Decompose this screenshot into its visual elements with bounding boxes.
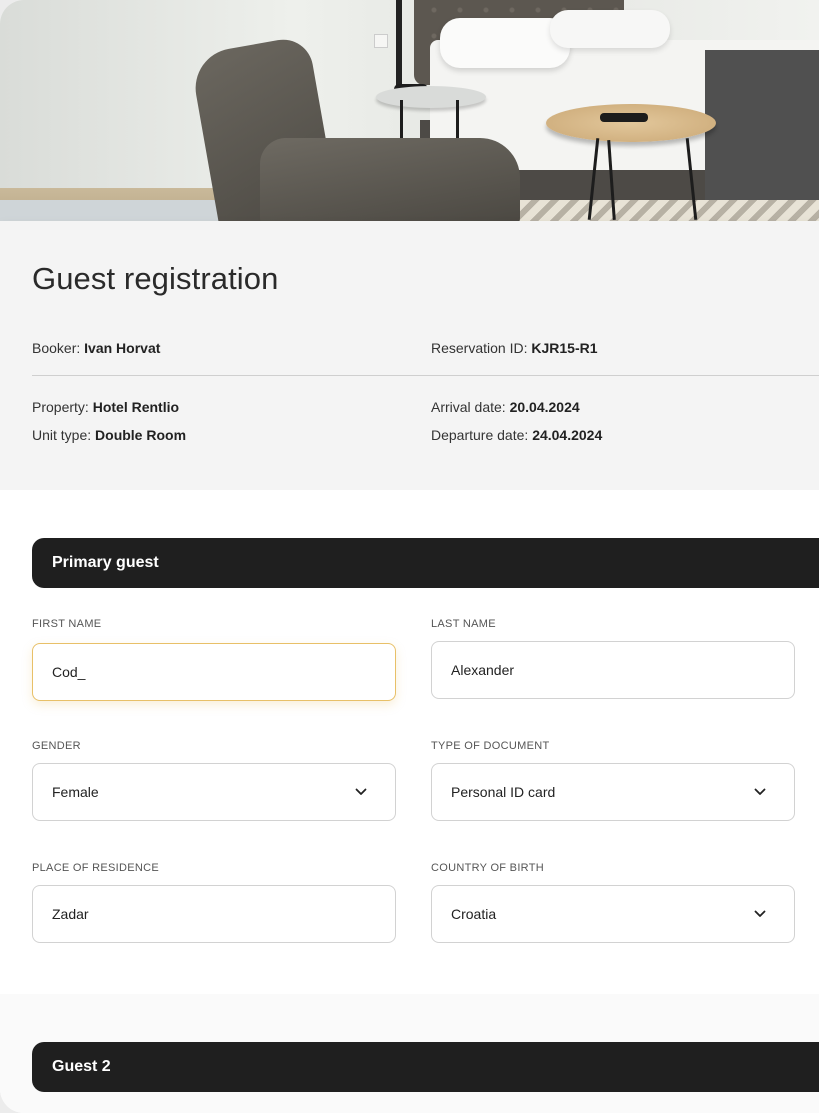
gender-label: GENDER: [32, 740, 81, 752]
gender-value: Female: [52, 784, 99, 800]
reservation-info: Guest registration Booker: Ivan Horvat R…: [0, 221, 819, 490]
guest-2-form: Guest 2: [0, 994, 819, 1113]
page-title: Guest registration: [32, 261, 279, 296]
unit-type-info: Unit type: Double Room: [32, 427, 186, 443]
last-name-field[interactable]: Alexander: [431, 641, 795, 699]
reservation-id-info: Reservation ID: KJR15-R1: [431, 340, 598, 356]
last-name-value: Alexander: [451, 662, 515, 678]
first-name-value: Cod_: [52, 664, 86, 680]
property-label: Property:: [32, 399, 89, 415]
primary-guest-form: Primary guest FIRST NAME Cod_ LAST NAME …: [0, 490, 819, 994]
chevron-down-icon: [753, 907, 767, 921]
room-photo: [0, 0, 819, 221]
residence-field[interactable]: Zadar: [32, 885, 396, 943]
first-name-field[interactable]: Cod_: [32, 643, 396, 701]
property-value: Hotel Rentlio: [92, 399, 180, 415]
residence-label: PLACE OF RESIDENCE: [32, 862, 160, 874]
property-info: Property: Hotel Rentlio: [32, 399, 179, 415]
country-of-birth-label: COUNTRY OF BIRTH: [431, 862, 544, 874]
guest-2-header[interactable]: Guest 2: [32, 1042, 819, 1092]
reservation-id-value: KJR15-R1: [531, 340, 598, 356]
residence-value: Zadar: [52, 906, 89, 922]
primary-guest-header: Primary guest: [32, 538, 819, 588]
arrival-date-value: 20.04.2024: [509, 399, 580, 415]
departure-date-value: 24.04.2024: [532, 427, 603, 443]
country-of-birth-select[interactable]: Croatia: [431, 885, 795, 943]
document-type-select[interactable]: Personal ID card: [431, 763, 795, 821]
arrival-date-info: Arrival date: 20.04.2024: [431, 399, 580, 415]
registration-page: Guest registration Booker: Ivan Horvat R…: [0, 0, 819, 1113]
unit-type-value: Double Room: [95, 427, 187, 443]
departure-date-info: Departure date: 24.04.2024: [431, 427, 602, 443]
document-type-value: Personal ID card: [451, 784, 556, 800]
chevron-down-icon: [354, 785, 368, 799]
gender-select[interactable]: Female: [32, 763, 396, 821]
info-divider: [32, 375, 819, 376]
chevron-down-icon: [753, 785, 767, 799]
unit-type-label: Unit type:: [32, 427, 92, 443]
booker-value: Ivan Horvat: [84, 340, 161, 356]
last-name-label: LAST NAME: [431, 618, 496, 630]
reservation-id-label: Reservation ID:: [431, 340, 528, 356]
document-type-label: TYPE OF DOCUMENT: [431, 740, 550, 752]
booker-info: Booker: Ivan Horvat: [32, 340, 160, 356]
departure-date-label: Departure date:: [431, 427, 529, 443]
booker-label: Booker:: [32, 340, 81, 356]
arrival-date-label: Arrival date:: [431, 399, 506, 415]
country-of-birth-value: Croatia: [451, 906, 497, 922]
first-name-label: FIRST NAME: [32, 618, 102, 630]
